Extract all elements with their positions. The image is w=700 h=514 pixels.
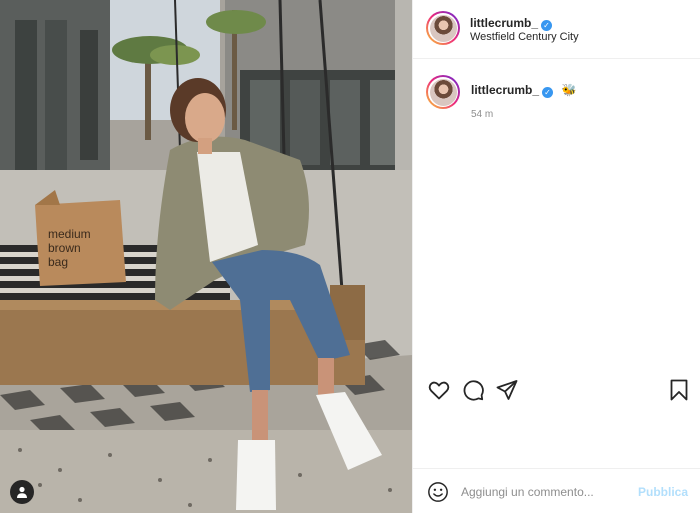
paper-plane-icon	[496, 380, 518, 400]
header-user-block: littlecrumb_ ✓	[470, 14, 553, 32]
save-button[interactable]	[667, 378, 691, 407]
caption-row: littlecrumb_ ✓ 🐝	[413, 73, 700, 133]
heart-icon	[428, 381, 450, 400]
photo-scene: medium brown bag	[0, 0, 412, 513]
header-username[interactable]: littlecrumb_	[470, 16, 538, 30]
svg-text:brown: brown	[48, 241, 81, 255]
like-button[interactable]	[427, 378, 451, 407]
person-tag-button[interactable]	[10, 480, 34, 504]
verified-badge-icon: ✓	[542, 87, 554, 98]
person-tag-icon	[17, 486, 27, 498]
comment-input[interactable]	[461, 482, 631, 502]
post-actions	[413, 378, 700, 406]
svg-text:bag: bag	[48, 255, 68, 269]
svg-text:medium: medium	[48, 227, 91, 241]
post-side-panel: littlecrumb_ ✓ Westfield Century City lit…	[412, 0, 700, 513]
emoji-picker-button[interactable]	[427, 481, 449, 508]
caption-avatar[interactable]	[426, 75, 460, 109]
caption-emoji: 🐝	[561, 83, 577, 97]
caption-timestamp[interactable]: 54 m	[471, 109, 493, 120]
post-header: littlecrumb_ ✓ Westfield Century City	[413, 0, 700, 59]
caption-text: littlecrumb_ ✓ 🐝	[471, 81, 576, 99]
header-avatar[interactable]	[426, 11, 460, 45]
comment-button[interactable]	[461, 378, 485, 407]
publish-button[interactable]: Pubblica	[638, 485, 688, 499]
bookmark-icon	[670, 379, 688, 401]
post-photo[interactable]: medium brown bag	[0, 0, 412, 513]
smiley-icon	[428, 482, 448, 502]
verified-badge-icon: ✓	[541, 20, 553, 31]
add-comment-bar: Pubblica	[413, 468, 700, 514]
caption-username[interactable]: littlecrumb_	[471, 83, 539, 97]
comment-bubble-icon	[463, 380, 484, 401]
share-button[interactable]	[495, 378, 519, 407]
header-location[interactable]: Westfield Century City	[470, 31, 579, 43]
